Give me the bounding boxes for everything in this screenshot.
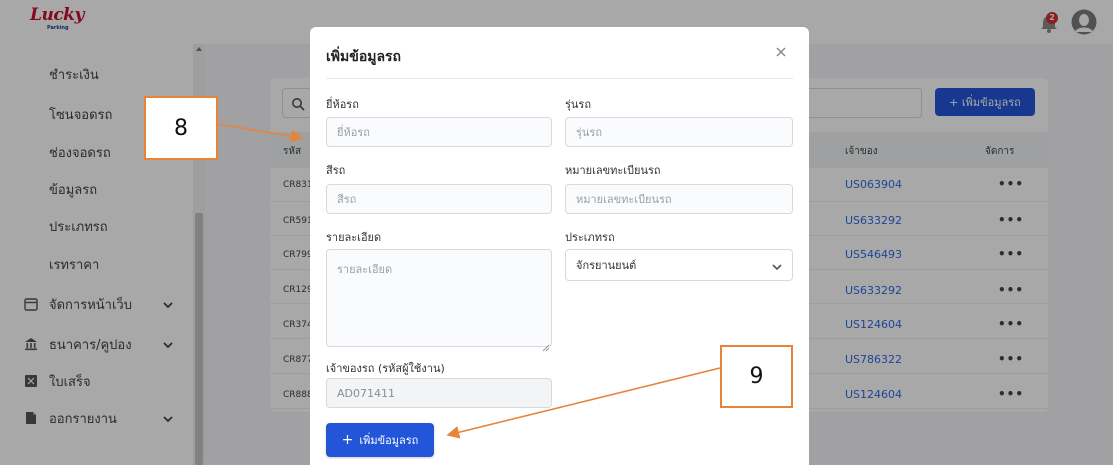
chevron-down-icon <box>772 261 782 274</box>
vehicle-type-value: จักรยานยนต์ <box>576 259 637 272</box>
brand-input[interactable]: ยี่ห้อรถ <box>326 117 552 147</box>
owner-label: เจ้าของรถ (รหัสผู้ใช้งาน) <box>326 362 445 375</box>
plus-icon: + <box>341 432 354 448</box>
annotation-callout-9: 9 <box>720 345 793 408</box>
modal-divider <box>326 78 793 79</box>
brand-label: ยี่ห้อรถ <box>326 98 359 111</box>
owner-value: AD071411 <box>337 386 395 400</box>
submit-button-label: เพิ่มข้อมูลรถ <box>359 434 419 447</box>
model-input[interactable]: รุ่นรถ <box>565 117 793 147</box>
owner-input[interactable]: AD071411 <box>326 378 552 408</box>
vehicle-type-label: ประเภทรถ <box>565 231 615 244</box>
submit-add-vehicle-button[interactable]: + เพิ่มข้อมูลรถ <box>326 423 434 457</box>
details-textarea[interactable]: รายละเอียด <box>326 249 552 347</box>
resize-handle-icon[interactable] <box>542 337 550 352</box>
details-placeholder: รายละเอียด <box>337 263 393 276</box>
close-icon[interactable] <box>774 44 788 58</box>
model-placeholder: รุ่นรถ <box>576 126 602 139</box>
color-label: สีรถ <box>326 164 346 177</box>
brand-placeholder: ยี่ห้อรถ <box>337 126 370 139</box>
callout-number: 8 <box>174 115 188 141</box>
plate-label: หมายเลขทะเบียนรถ <box>565 164 661 177</box>
color-placeholder: สีรถ <box>337 193 357 206</box>
model-label: รุ่นรถ <box>565 98 591 111</box>
plate-placeholder: หมายเลขทะเบียนรถ <box>576 193 672 206</box>
callout-number: 9 <box>749 364 764 389</box>
plate-input[interactable]: หมายเลขทะเบียนรถ <box>565 184 793 214</box>
vehicle-type-select[interactable]: จักรยานยนต์ <box>565 249 793 281</box>
annotation-callout-8: 8 <box>144 96 218 160</box>
details-label: รายละเอียด <box>326 231 382 244</box>
modal-title: เพิ่มข้อมูลรถ <box>326 49 402 65</box>
color-input[interactable]: สีรถ <box>326 184 552 214</box>
